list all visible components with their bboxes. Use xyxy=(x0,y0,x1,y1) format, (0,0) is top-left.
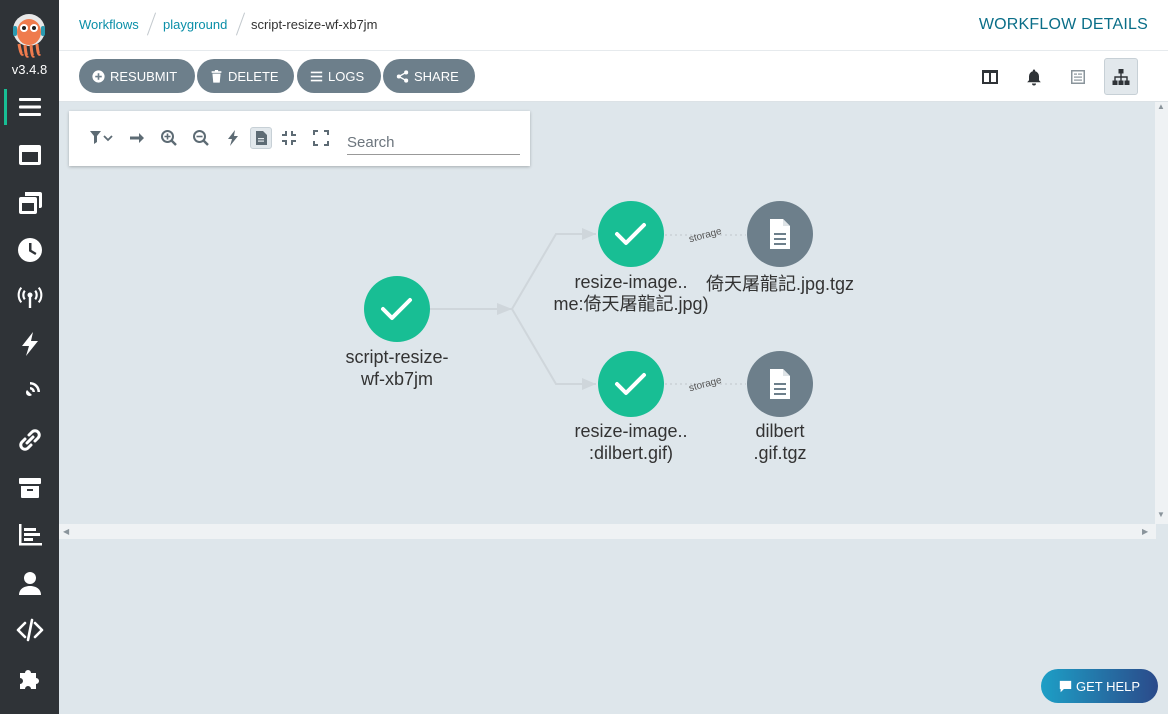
chat-icon xyxy=(1059,680,1072,692)
zoom-in-icon xyxy=(161,130,177,146)
node-step1[interactable] xyxy=(598,201,664,267)
horizontal-scrollbar[interactable]: ◀ ▶ xyxy=(59,524,1156,539)
expand-button[interactable] xyxy=(310,127,332,149)
node-root[interactable] xyxy=(364,276,430,342)
node-artifact2-label: dilbert .gif.tgz xyxy=(753,421,807,463)
scroll-right-icon[interactable]: ▶ xyxy=(1142,527,1148,536)
node-artifact1-label: 倚天屠龍記.jpg.tgz xyxy=(705,274,855,294)
workflow-graph: storage storage xyxy=(364,201,813,417)
scroll-left-icon[interactable]: ◀ xyxy=(63,527,69,536)
scroll-up-icon[interactable]: ▲ xyxy=(1157,102,1165,111)
edge-label-storage-1: storage xyxy=(688,226,723,245)
graph-tools-panel xyxy=(69,111,530,166)
filter-icon xyxy=(90,131,113,144)
compress-icon xyxy=(282,131,296,145)
fast-render-button[interactable] xyxy=(222,127,244,149)
edge-label-storage-2: storage xyxy=(688,375,723,394)
file-icon xyxy=(256,131,267,145)
zoom-out-icon xyxy=(193,130,209,146)
node-artifact2[interactable] xyxy=(747,351,813,417)
node-root-label: script-resize- wf-xb7jm xyxy=(345,347,449,389)
arrow-right-icon xyxy=(130,133,144,143)
zoom-out-button[interactable] xyxy=(190,127,212,149)
node-step2[interactable] xyxy=(598,351,664,417)
vertical-scrollbar[interactable]: ▲ ▼ xyxy=(1155,102,1168,524)
filter-dropdown[interactable] xyxy=(87,127,117,149)
node-step2-label: resize-image.. :dilbert.gif) xyxy=(574,421,688,463)
expand-icon xyxy=(313,130,329,146)
direction-button[interactable] xyxy=(126,127,148,149)
zoom-in-button[interactable] xyxy=(158,127,180,149)
lightning-icon xyxy=(228,130,238,146)
collapse-button[interactable] xyxy=(278,127,300,149)
node-artifact1[interactable] xyxy=(747,201,813,267)
edge-root-step2 xyxy=(511,308,596,385)
artifacts-toggle-button[interactable] xyxy=(250,127,272,149)
get-help-button[interactable]: GET HELP xyxy=(1041,669,1158,703)
graph-search-input[interactable] xyxy=(347,128,520,155)
scroll-down-icon[interactable]: ▼ xyxy=(1157,510,1165,519)
